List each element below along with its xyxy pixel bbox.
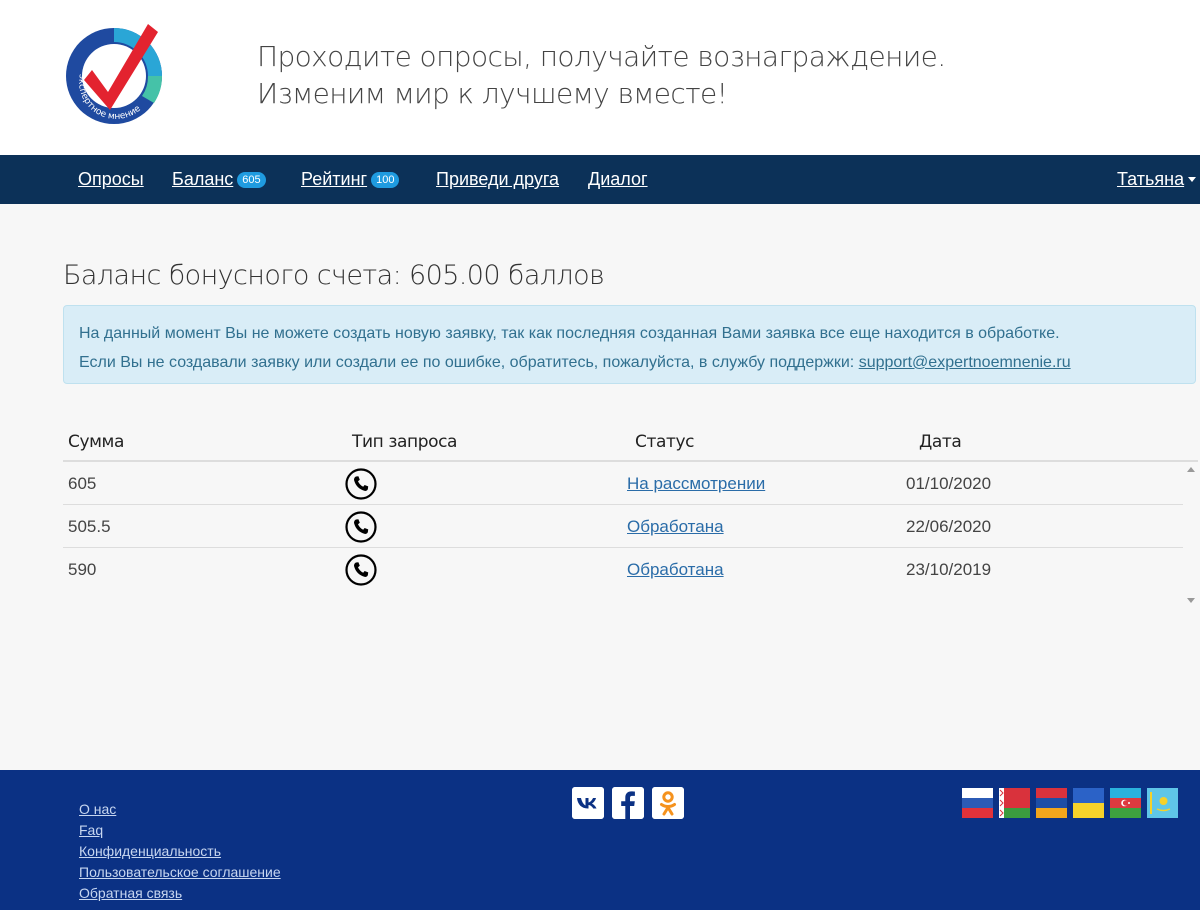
scroll-down-arrow-icon[interactable]	[1187, 598, 1195, 603]
site-header: экспертное мнение Проходите опросы, полу…	[0, 0, 1200, 155]
footer-link-feedback[interactable]: Обратная связь	[79, 883, 281, 904]
main-navbar: Опросы Баланс 605 Рейтинг 100 Приведи друг…	[0, 155, 1200, 204]
table-header: Сумма Тип запроса Статус Дата	[63, 420, 1198, 462]
nav-label-invite-friend: Приведи друга	[436, 169, 560, 189]
status-cell: На рассмотрении	[627, 474, 765, 494]
kazakhstan-flag-icon[interactable]	[1147, 788, 1178, 818]
tagline: Проходите опросы, получайте вознагражден…	[257, 38, 946, 112]
table-row: 505.5 Обработана 22/06/2020	[63, 505, 1183, 548]
info-alert: На данный момент Вы не можете создать но…	[63, 305, 1196, 384]
vk-icon[interactable]	[572, 787, 604, 819]
table-row: 605 На рассмотрении 01/10/2020	[63, 462, 1183, 505]
facebook-icon[interactable]	[612, 787, 644, 819]
user-menu-dropdown[interactable]: Татьяна	[1117, 169, 1197, 190]
alert-line-2: Если Вы не создавали заявку или создали …	[79, 348, 1195, 377]
footer-links: О нас Faq Конфиденциальность Пользовател…	[79, 799, 281, 904]
nav-link-balance[interactable]: Баланс 605	[172, 169, 266, 190]
armenia-flag-icon[interactable]	[1036, 788, 1067, 818]
rating-badge: 100	[371, 172, 400, 188]
balance-badge: 605	[237, 172, 266, 188]
footer-link-user-agreement[interactable]: Пользовательское соглашение	[79, 862, 281, 883]
column-header-request-type: Тип запроса	[352, 432, 458, 452]
nav-label-surveys: Опросы	[78, 169, 144, 189]
amount-cell: 505.5	[68, 517, 111, 536]
date-cell: 22/06/2020	[906, 517, 992, 536]
table-scrollbar[interactable]	[1183, 462, 1198, 608]
nav-link-rating[interactable]: Рейтинг 100	[301, 169, 400, 190]
page-title: Баланс бонусного счета: 605.00 баллов	[63, 260, 605, 291]
ukraine-flag-icon[interactable]	[1073, 788, 1104, 818]
date-cell: 01/10/2020	[906, 474, 992, 493]
user-name: Татьяна	[1117, 169, 1185, 189]
russia-flag-icon[interactable]	[962, 788, 993, 818]
site-logo[interactable]: экспертное мнение	[62, 18, 168, 128]
status-cell: Обработана	[627, 560, 724, 580]
date-cell: 23/10/2019	[906, 560, 992, 579]
status-cell: Обработана	[627, 517, 724, 537]
odnoklassniki-icon[interactable]	[652, 787, 684, 819]
status-link[interactable]: На рассмотрении	[627, 474, 765, 493]
amount-cell: 590	[68, 560, 97, 579]
scroll-up-arrow-icon[interactable]	[1187, 467, 1195, 472]
site-footer: О нас Faq Конфиденциальность Пользовател…	[0, 770, 1200, 910]
status-link[interactable]: Обработана	[627, 560, 724, 579]
belarus-flag-icon[interactable]	[999, 788, 1030, 818]
footer-link-faq[interactable]: Faq	[79, 820, 281, 841]
status-link[interactable]: Обработана	[627, 517, 724, 536]
alert-line-2-text: Если Вы не создавали заявку или создали …	[79, 354, 859, 371]
nav-link-surveys[interactable]: Опросы	[78, 169, 144, 190]
alert-line-1: На данный момент Вы не можете создать но…	[79, 325, 1060, 342]
table-row: 590 Обработана 23/10/2019	[63, 548, 1183, 590]
tagline-line-2: Изменим мир к лучшему вместе!	[257, 77, 728, 110]
azerbaijan-flag-icon[interactable]	[1110, 788, 1141, 818]
column-header-amount: Сумма	[68, 432, 124, 452]
nav-link-dialog[interactable]: Диалог	[588, 169, 648, 190]
phone-icon	[345, 511, 377, 543]
tagline-line-1: Проходите опросы, получайте вознагражден…	[257, 40, 946, 73]
nav-label-balance: Баланс	[172, 169, 234, 189]
phone-icon	[345, 468, 377, 500]
caret-down-icon	[1188, 177, 1197, 182]
support-email-link[interactable]: support@expertnoemnenie.ru	[859, 354, 1071, 371]
amount-cell: 605	[68, 474, 97, 493]
phone-icon	[345, 554, 377, 586]
nav-label-rating: Рейтинг	[301, 169, 368, 189]
balance-requests-table: Сумма Тип запроса Статус Дата 605 На рас…	[63, 420, 1198, 590]
nav-link-invite-friend[interactable]: Приведи друга	[436, 169, 559, 190]
footer-link-about[interactable]: О нас	[79, 799, 281, 820]
table-body: 605 На рассмотрении 01/10/2020 505.5 Обр…	[63, 462, 1183, 590]
footer-link-privacy[interactable]: Конфиденциальность	[79, 841, 281, 862]
column-header-status: Статус	[635, 432, 695, 452]
nav-label-dialog: Диалог	[588, 169, 648, 189]
column-header-date: Дата	[919, 432, 962, 452]
